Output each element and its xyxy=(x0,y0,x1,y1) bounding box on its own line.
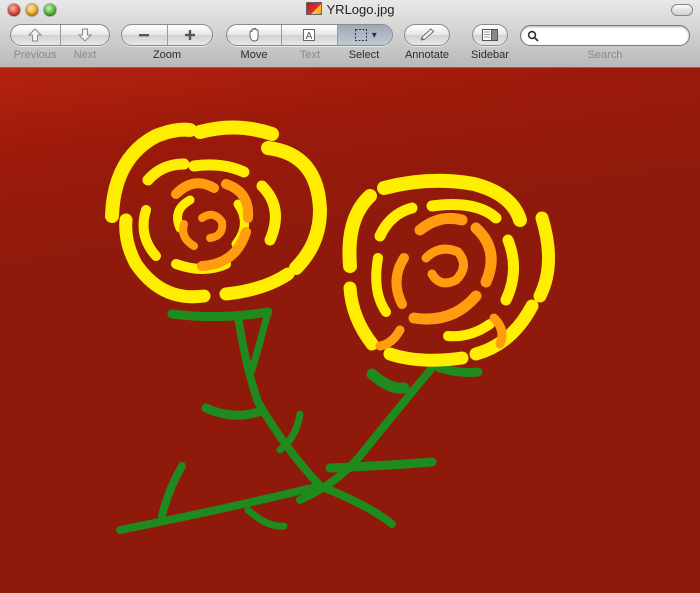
roses-image xyxy=(105,120,555,534)
select-tool-button[interactable]: ▾ xyxy=(336,25,392,45)
tool-mode-segment: A ▾ xyxy=(226,24,393,46)
next-label: Next xyxy=(73,49,97,61)
sidebar-button[interactable] xyxy=(473,25,507,45)
search-field[interactable] xyxy=(520,25,690,46)
search-input[interactable] xyxy=(543,27,687,44)
left-rose-inner-petals xyxy=(171,178,254,271)
hand-icon xyxy=(249,28,259,42)
image-canvas[interactable] xyxy=(0,68,700,593)
previous-next-segment xyxy=(10,24,110,46)
zoom-label: Zoom xyxy=(152,49,182,61)
sidebar-label: Sidebar xyxy=(471,49,509,61)
toolbar-toggle-button[interactable] xyxy=(671,4,693,16)
previous-label: Previous xyxy=(13,49,57,61)
annotate-label: Annotate xyxy=(404,49,450,61)
window-title: YRLogo.jpg xyxy=(0,2,700,17)
annotate-segment xyxy=(404,24,450,46)
select-label: Select xyxy=(348,49,380,61)
annotate-button[interactable] xyxy=(405,25,449,45)
toolbar: YRLogo.jpg Previous Next Zoom A ▾ Move T… xyxy=(0,0,700,68)
pencil-icon xyxy=(420,28,435,41)
move-label: Move xyxy=(240,49,268,61)
down-arrow-icon xyxy=(77,28,92,42)
plus-icon xyxy=(184,30,195,40)
sidebar-segment xyxy=(472,24,508,46)
sidebar-icon xyxy=(482,29,498,41)
preview-window: YRLogo.jpg Previous Next Zoom A ▾ Move T… xyxy=(0,0,700,593)
zoom-in-button[interactable] xyxy=(166,25,213,45)
zoom-out-button[interactable] xyxy=(122,25,167,45)
move-tool-button[interactable] xyxy=(227,25,281,45)
right-rose-outer-petals xyxy=(342,173,555,367)
text-label: Text xyxy=(299,49,321,61)
previous-button[interactable] xyxy=(11,25,60,45)
search-label: Search xyxy=(587,49,623,61)
up-arrow-icon xyxy=(28,28,43,42)
stems xyxy=(116,307,483,534)
zoom-segment xyxy=(121,24,213,46)
next-button[interactable] xyxy=(59,25,110,45)
select-dropdown-icon[interactable]: ▾ xyxy=(372,30,377,41)
marquee-select-icon xyxy=(354,29,367,41)
text-tool-icon: A xyxy=(303,29,316,42)
minus-icon xyxy=(139,34,150,37)
svg-text:A: A xyxy=(306,31,313,42)
magnifier-icon xyxy=(527,30,539,42)
jpg-file-icon xyxy=(305,2,322,15)
text-tool-button[interactable]: A xyxy=(281,25,336,45)
